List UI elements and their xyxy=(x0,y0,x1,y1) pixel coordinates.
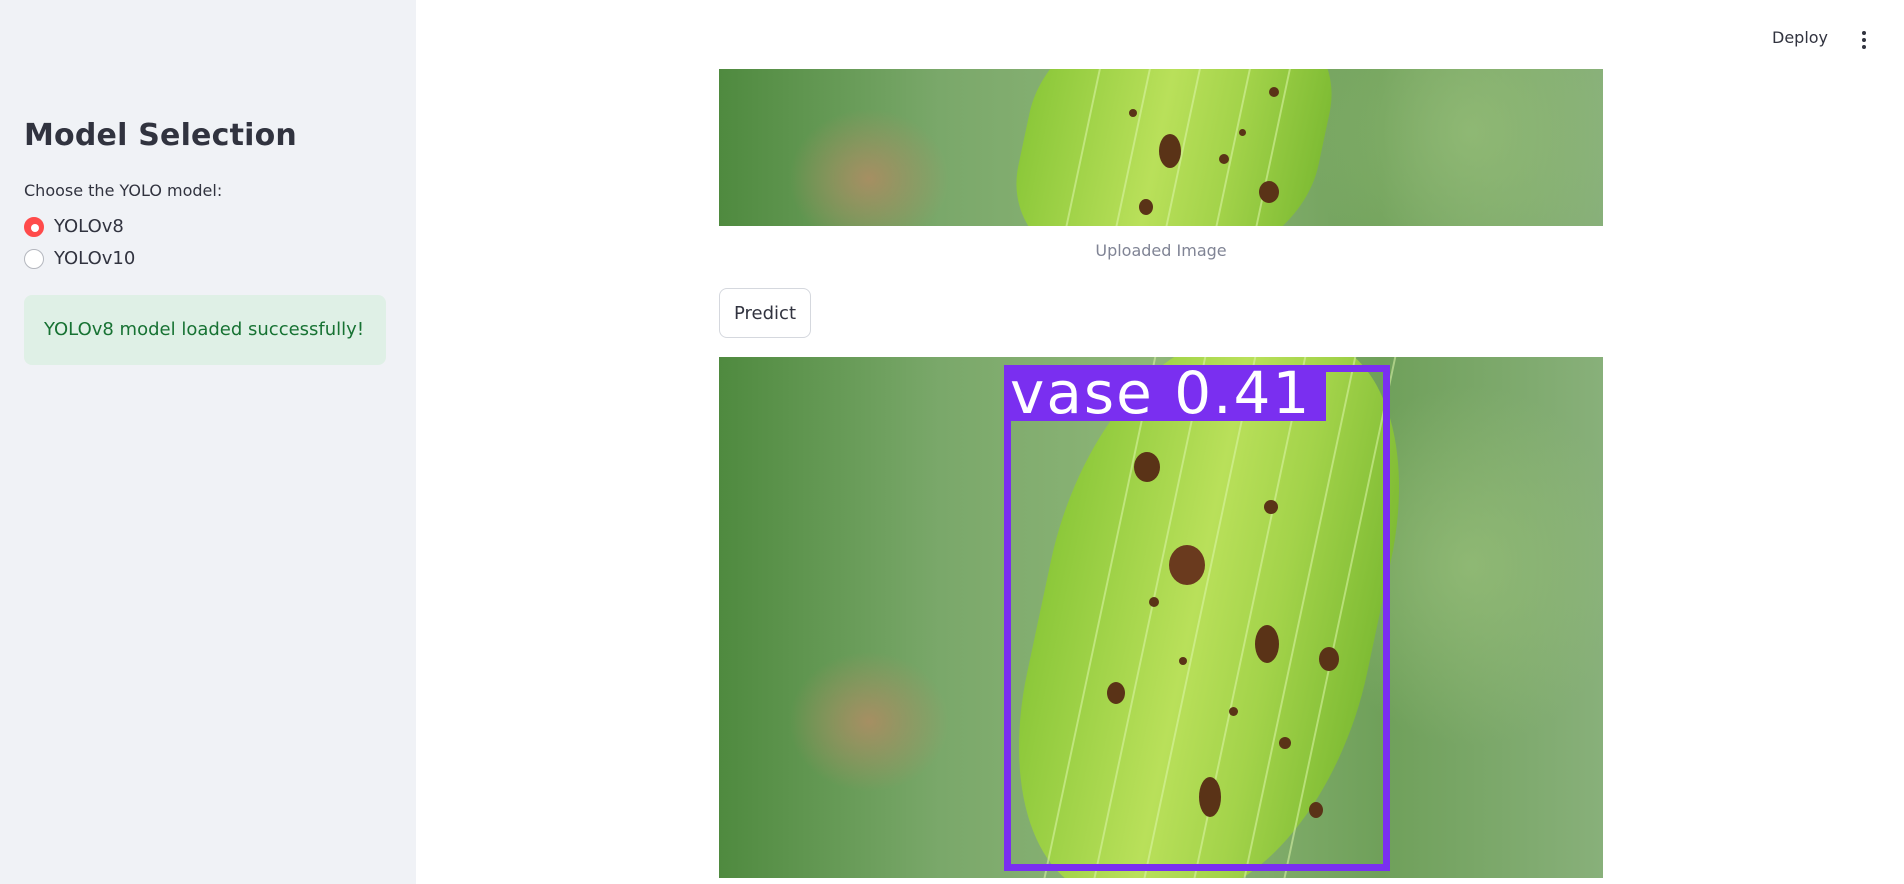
uploaded-image xyxy=(719,69,1603,226)
success-message: YOLOv8 model loaded successfully! xyxy=(44,319,365,340)
radio-option-label: YOLOv10 xyxy=(54,248,136,269)
prediction-image: vase 0.41 xyxy=(719,357,1603,878)
model-radio-caption: Choose the YOLO model: xyxy=(24,181,223,200)
deploy-button[interactable]: Deploy xyxy=(1772,28,1828,47)
vertical-ellipsis-icon[interactable] xyxy=(1854,28,1874,52)
sidebar-title: Model Selection xyxy=(24,118,297,153)
radio-option-label: YOLOv8 xyxy=(54,216,124,237)
radio-selected-icon[interactable] xyxy=(24,216,44,237)
radio-unselected-icon[interactable] xyxy=(24,248,44,269)
sidebar: Model Selection Choose the YOLO model: Y… xyxy=(0,0,416,884)
radio-option-yolov8[interactable]: YOLOv8 xyxy=(24,216,124,237)
radio-option-yolov10[interactable]: YOLOv10 xyxy=(24,248,135,269)
detection-bounding-box xyxy=(1004,365,1390,871)
success-alert: YOLOv8 model loaded successfully! xyxy=(24,295,386,365)
predict-button[interactable]: Predict xyxy=(719,288,811,338)
detection-label: vase 0.41 xyxy=(1004,364,1326,422)
image-caption: Uploaded Image xyxy=(1095,241,1227,260)
